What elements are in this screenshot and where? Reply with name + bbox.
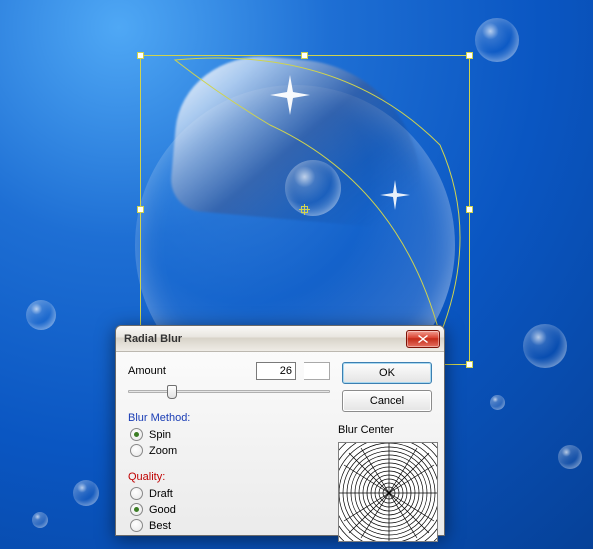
radio-label: Best — [149, 520, 171, 532]
close-button[interactable] — [406, 330, 440, 348]
transform-handle[interactable] — [466, 206, 473, 213]
slider-track — [128, 390, 330, 393]
radio-label: Zoom — [149, 445, 177, 457]
bubble-decoration — [475, 18, 519, 62]
radio-icon — [130, 487, 143, 500]
bubble-decoration — [73, 480, 99, 506]
blur-center-label: Blur Center — [338, 424, 440, 436]
radio-icon — [130, 428, 143, 441]
amount-secondary-field[interactable] — [304, 362, 330, 380]
slider-thumb[interactable] — [167, 385, 177, 399]
dialog-title: Radial Blur — [124, 333, 182, 345]
blur-center-pattern — [339, 443, 438, 542]
radio-icon — [130, 444, 143, 457]
bubble-decoration — [523, 324, 567, 368]
radio-icon — [130, 503, 143, 516]
amount-label: Amount — [128, 365, 248, 377]
bubble-decoration — [490, 395, 505, 410]
amount-slider[interactable] — [128, 384, 330, 402]
radio-label: Draft — [149, 488, 173, 500]
blur-method-group-label: Blur Method: — [128, 412, 330, 424]
radio-zoom[interactable]: Zoom — [130, 444, 330, 457]
radio-spin[interactable]: Spin — [130, 428, 330, 441]
cancel-button[interactable]: Cancel — [342, 390, 432, 412]
radio-icon — [130, 519, 143, 532]
bubble-decoration — [558, 445, 582, 469]
close-icon — [418, 335, 428, 343]
blur-center-preview[interactable] — [338, 442, 438, 542]
transform-handle[interactable] — [137, 52, 144, 59]
transform-handle[interactable] — [466, 361, 473, 368]
dialog-titlebar[interactable]: Radial Blur — [116, 326, 444, 352]
radio-good[interactable]: Good — [130, 503, 330, 516]
radio-label: Spin — [149, 429, 171, 441]
radio-label: Good — [149, 504, 176, 516]
sparkle-icon — [270, 75, 310, 115]
transform-handle[interactable] — [301, 52, 308, 59]
transform-handle[interactable] — [466, 52, 473, 59]
ok-button[interactable]: OK — [342, 362, 432, 384]
sparkle-icon — [380, 180, 410, 210]
radio-best[interactable]: Best — [130, 519, 330, 532]
bubble-decoration — [285, 160, 341, 216]
amount-input[interactable] — [256, 362, 296, 380]
radio-draft[interactable]: Draft — [130, 487, 330, 500]
bubble-decoration — [32, 512, 48, 528]
quality-group-label: Quality: — [128, 471, 330, 483]
bubble-decoration — [26, 300, 56, 330]
